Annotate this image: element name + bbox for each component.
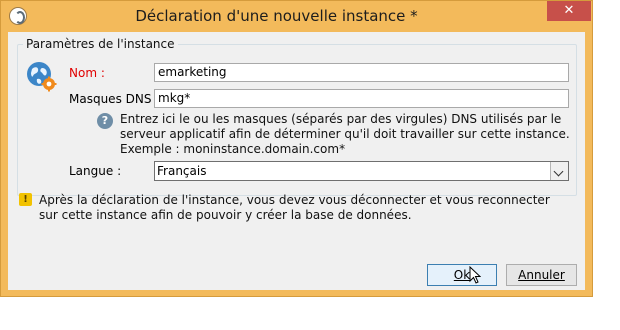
chevron-down-icon[interactable]: [550, 162, 568, 180]
help-line-1: Entrez ici le ou les masques (séparés pa…: [120, 112, 562, 126]
cancel-button[interactable]: Annuler: [506, 264, 577, 286]
title-bar[interactable]: Déclaration d'une nouvelle instance * ✕: [1, 1, 592, 32]
globe-gear-icon: [27, 62, 57, 92]
dns-help-text: Entrez ici le ou les masques (séparés pa…: [120, 112, 570, 157]
langue-label: Langue :: [69, 164, 122, 178]
langue-selected-value: Français: [157, 164, 207, 178]
langue-select[interactable]: Français: [154, 161, 569, 181]
close-button[interactable]: ✕: [547, 1, 591, 21]
ok-button-label: Ok: [453, 268, 471, 282]
dialog-body: Paramètres de l'instance Nom : emarketin…: [8, 32, 585, 290]
cancel-button-label: Annuler: [518, 268, 565, 282]
ok-button[interactable]: Ok: [427, 264, 497, 286]
help-icon: ?: [97, 113, 113, 129]
nom-label: Nom :: [69, 66, 105, 80]
window-title: Déclaration d'une nouvelle instance *: [135, 7, 418, 25]
help-line-2: serveur applicatif afin de déterminer qu…: [120, 127, 570, 141]
warning-text: Après la déclaration de l'instance, vous…: [39, 193, 550, 223]
nom-input[interactable]: emarketing: [154, 63, 569, 82]
group-title: Paramètres de l'instance: [23, 37, 178, 51]
dialog-window: Déclaration d'une nouvelle instance * ✕ …: [0, 0, 593, 297]
warning-line-2: sur cette instance afin de pouvoir y cré…: [39, 208, 412, 222]
mouse-cursor-icon: [469, 266, 481, 284]
dns-label: Masques DNS :: [69, 92, 160, 106]
warning-icon: !: [19, 193, 32, 206]
help-line-3: Exemple : moninstance.domain.com*: [120, 142, 346, 156]
warning-line-1: Après la déclaration de l'instance, vous…: [39, 193, 550, 207]
dns-input[interactable]: mkg*: [154, 89, 569, 108]
